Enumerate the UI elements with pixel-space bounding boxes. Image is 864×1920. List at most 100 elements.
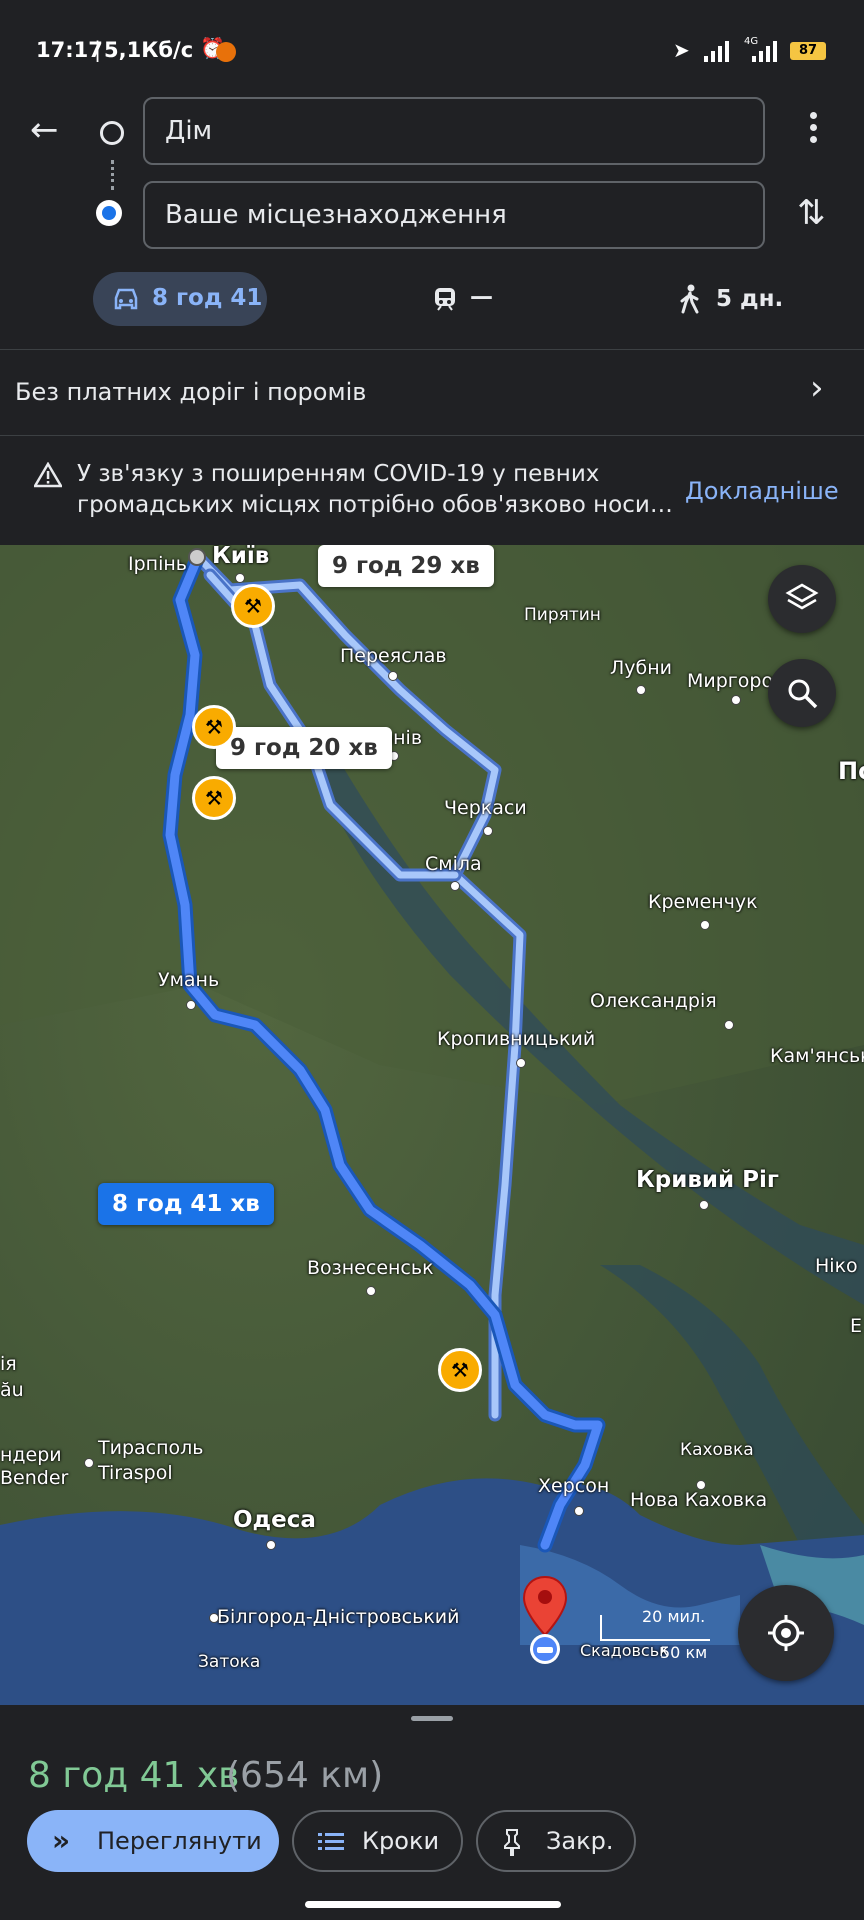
city-dot [724, 1020, 734, 1030]
drag-handle[interactable] [411, 1716, 453, 1721]
city-edge-po: По [838, 757, 864, 785]
route-label-alt1[interactable]: 9 год 29 хв [318, 545, 494, 587]
covid-notice-line2: громадських місцях потрібно обов'язково … [77, 492, 673, 518]
roadwork-icon[interactable]: ⚒ [192, 776, 236, 820]
learn-more-link[interactable]: Докладніше [685, 477, 839, 505]
mode-transit-label: — [470, 284, 493, 310]
mode-walking-label: 5 дн. [716, 286, 784, 312]
warning-icon [34, 462, 62, 488]
city-kremenchuk: Кременчук [648, 891, 758, 913]
divider [0, 435, 864, 436]
city-dot [731, 695, 741, 705]
status-network-speed: 5,1Кб/с [104, 38, 194, 62]
origin-circle-icon [100, 121, 124, 145]
pin-label: Закр. [546, 1827, 614, 1855]
pin-button[interactable]: Закр. [476, 1810, 636, 1872]
location-arrow-icon: ➤ [673, 38, 690, 62]
train-icon[interactable] [432, 286, 458, 312]
double-chevron-icon: » [52, 1824, 71, 1857]
city-zatoka: Затока [198, 1652, 261, 1672]
city-dot [636, 685, 646, 695]
signal-icon [704, 41, 729, 62]
walk-icon[interactable] [678, 284, 702, 314]
city-bendery: Bender [0, 1467, 69, 1489]
city-tiraspol-ua: Тирасполь [98, 1437, 204, 1459]
car-icon [114, 288, 138, 310]
city-nova-kakhovka: Нова Каховка [630, 1489, 768, 1511]
city-lubny: Лубни [610, 657, 673, 679]
roadwork-icon[interactable]: ⚒ [192, 705, 236, 749]
route-lines [162, 548, 606, 1553]
city-tiraspol: Tiraspol [98, 1462, 173, 1484]
roadwork-icon[interactable]: ⚒ [231, 584, 275, 628]
route-dots [111, 160, 117, 190]
city-kryvyi-rih: Кривий Ріг [636, 1167, 779, 1193]
city-smila: Сміла [425, 853, 482, 875]
city-pyriatyn: Пирятин [524, 605, 601, 625]
list-icon [318, 1833, 344, 1850]
city-dot [84, 1458, 94, 1468]
swap-icon[interactable]: ⇅ [797, 193, 826, 233]
origin-field[interactable]: Дім [143, 97, 765, 165]
city-kakhovka: Каховка [680, 1440, 754, 1460]
covid-notice-line1: У зв'язку з поширенням COVID-19 у певних [77, 461, 600, 487]
search-icon [788, 679, 818, 709]
steps-label: Кроки [362, 1827, 440, 1855]
city-dot [574, 1506, 584, 1516]
pin-icon [504, 1829, 520, 1856]
my-location-button[interactable] [738, 1585, 834, 1681]
battery-level: 87 [790, 42, 826, 60]
city-dot [700, 920, 710, 930]
destination-dot-icon [96, 200, 122, 226]
roadwork-icon[interactable]: ⚒ [438, 1348, 482, 1392]
layers-icon [785, 583, 819, 610]
route-label-alt2[interactable]: 9 год 20 хв [216, 727, 392, 769]
route-options-row[interactable]: Без платних доріг і поромів › [0, 350, 864, 435]
route-label-primary[interactable]: 8 год 41 хв [98, 1183, 274, 1225]
city-cherkasy: Черкаси [444, 797, 527, 819]
city-edge-ia: ія [0, 1353, 17, 1375]
city-dot [186, 1000, 196, 1010]
city-uman: Умань [158, 969, 220, 991]
city-dot [450, 881, 460, 891]
scale-km: 50 км [660, 1643, 708, 1662]
city-dot [209, 1613, 219, 1623]
layers-button[interactable] [768, 565, 836, 633]
mode-driving-label: 8 год 41 [152, 285, 263, 311]
destination-field[interactable]: Ваше місцезнаходження [143, 181, 765, 249]
city-dot [266, 1540, 276, 1550]
city-kherson: Херсон [538, 1475, 610, 1497]
route-options-label: Без платних доріг і поромів [15, 378, 367, 406]
more-vert-icon[interactable] [810, 112, 817, 143]
city-kropyvnytskyi: Кропивницький [437, 1028, 596, 1050]
crosshair-icon [768, 1615, 804, 1651]
city-dot [388, 671, 398, 681]
destination-pin-icon[interactable] [520, 1575, 570, 1665]
signal-icon-2 [752, 41, 777, 62]
preview-label: Переглянути [97, 1827, 262, 1855]
city-dot [696, 1480, 706, 1490]
city-dot [483, 826, 493, 836]
status-time: 17:17 [36, 38, 103, 62]
preview-button[interactable]: » Переглянути [27, 1810, 279, 1872]
scale-miles: 20 мил. [642, 1607, 706, 1626]
city-edge-au: ău [0, 1379, 24, 1401]
city-kyiv: Київ [212, 545, 270, 569]
city-odesa: Одеса [233, 1507, 316, 1533]
back-arrow-icon[interactable]: ← [30, 110, 59, 150]
status-bar: 17:17 | 5,1Кб/с ⏰ ➤ 4G 87 [0, 0, 864, 90]
city-oleksandriia: Олександрія [590, 990, 717, 1012]
city-dot [516, 1058, 526, 1068]
city-edge-e: Е [850, 1315, 863, 1337]
map-view[interactable]: Київ Ірпінь Пирятин Переяслав Лубни Мирг… [0, 545, 864, 1705]
bottom-sheet: 8 год 41 хв (654 км) » Переглянути Кроки… [0, 1705, 864, 1920]
home-indicator [305, 1901, 561, 1908]
city-skadovsk: Скадовськ [580, 1641, 669, 1660]
city-bilhorod-dnistrovskyi: Білгород-Дністровський [217, 1606, 460, 1628]
city-dot [366, 1286, 376, 1296]
route-duration: 8 год 41 хв [28, 1755, 240, 1796]
search-map-button[interactable] [768, 659, 836, 727]
city-kamianske: Кам'янськ [770, 1045, 864, 1067]
steps-button[interactable]: Кроки [292, 1810, 463, 1872]
city-dot [699, 1200, 709, 1210]
